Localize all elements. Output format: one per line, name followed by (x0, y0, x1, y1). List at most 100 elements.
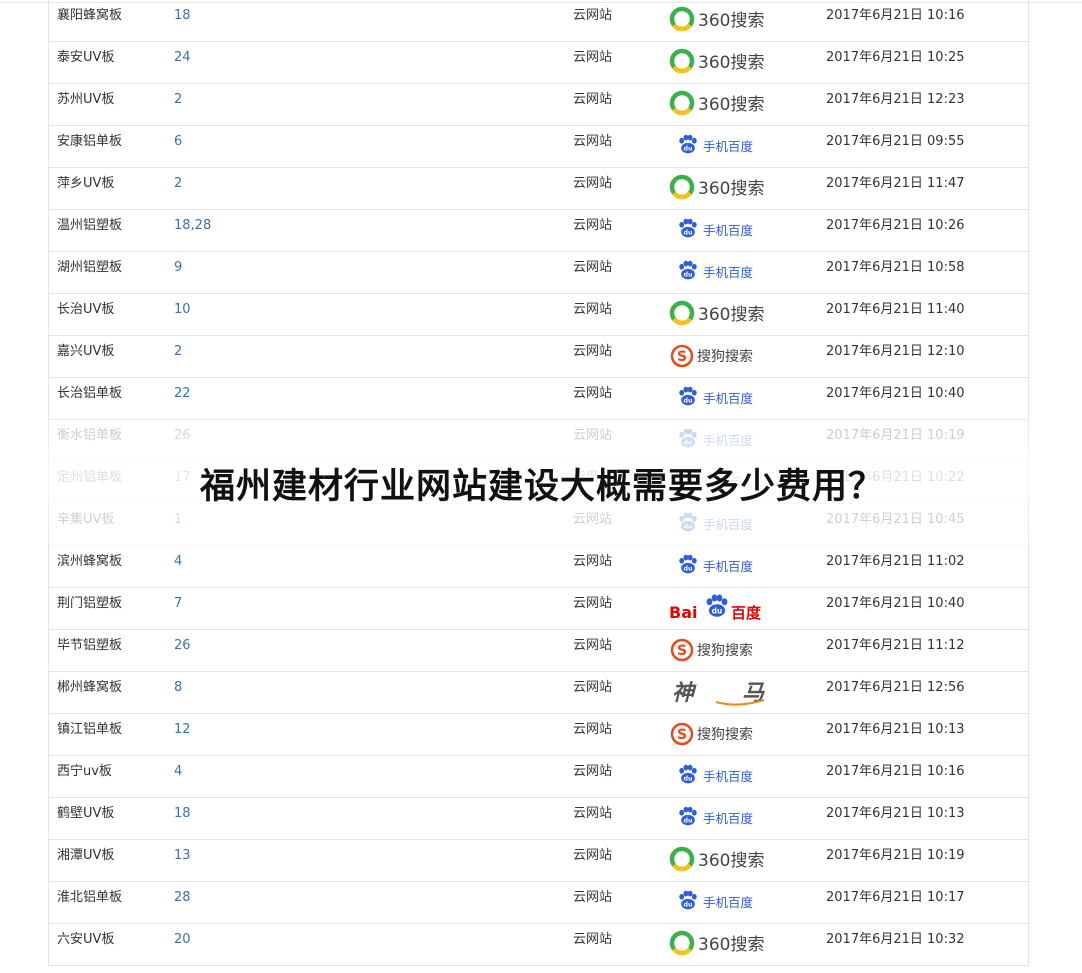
table-row: 郴州蜂窝板 8 云网站 神马 2017年6月21日 12:56 (49, 672, 1028, 714)
rank-cell[interactable]: 17 (174, 462, 191, 503)
search-engine-cell: du 手机百度 (668, 506, 778, 540)
rank-cell[interactable]: 7 (174, 588, 182, 629)
time-cell: 2017年6月21日 11:02 (826, 554, 965, 569)
search-engine-cell: 360搜索 (668, 842, 778, 876)
rank-cell[interactable]: 13 (174, 840, 191, 881)
svg-text:du: du (684, 566, 693, 573)
rank-cell[interactable]: 9 (174, 252, 182, 293)
rank-cell[interactable]: 6 (174, 126, 182, 167)
keyword-cell: 温州铝塑板 (57, 218, 123, 233)
site-cell: 云网站 (573, 50, 613, 65)
rank-cell[interactable]: 20 (174, 924, 191, 965)
time-cell: 2017年6月21日 10:16 (826, 8, 965, 23)
search-engine-cell: 360搜索 (668, 926, 778, 960)
table-row: 萍乡UV板 2 云网站 360搜索 2017年6月21日 11:47 (49, 168, 1028, 210)
keyword-cell: 湘潭UV板 (57, 848, 115, 863)
rank-cell[interactable]: 1 (174, 504, 182, 545)
search-engine-cell: 神马 (668, 674, 778, 708)
time-cell: 2017年6月21日 10:13 (826, 722, 965, 737)
rank-cell[interactable]: 24 (174, 42, 191, 83)
so360-label: 360搜索 (698, 935, 764, 955)
keyword-cell: 安康铝单板 (57, 134, 123, 149)
time-cell: 2017年6月21日 10:45 (826, 512, 965, 527)
svg-text:S: S (677, 727, 687, 743)
svg-text:du: du (684, 398, 693, 405)
rank-cell[interactable]: 10 (174, 294, 191, 335)
site-cell: 云网站 (573, 302, 613, 317)
table-row: 泰安UV板 24 云网站 360搜索 2017年6月21日 10:25 (49, 42, 1028, 84)
engine-logo-baidu: Bai du 百度 (669, 594, 762, 622)
rank-cell[interactable]: 18 (174, 798, 191, 839)
mbaidu-label: 手机百度 (703, 517, 754, 532)
rank-cell[interactable]: 18 (174, 0, 191, 41)
engine-logo-360: 360搜索 (669, 6, 764, 32)
mbaidu-label: 手机百度 (703, 391, 754, 406)
time-cell: 2017年6月21日 10:32 (826, 932, 965, 947)
engine-logo-mbaidu: du 手机百度 (679, 134, 754, 154)
rank-cell[interactable]: 8 (174, 672, 182, 713)
engine-logo-sogou: S 搜狗搜索 (670, 722, 753, 746)
table-row: 襄阳蜂窝板 18 云网站 360搜索 2017年6月21日 10:16 (49, 0, 1028, 42)
keyword-cell: 嘉兴UV板 (57, 344, 115, 359)
site-cell: 云网站 (573, 218, 613, 233)
svg-text:du: du (684, 272, 693, 279)
engine-logo-mbaidu: du 手机百度 (679, 512, 754, 532)
site-cell: 云网站 (573, 722, 613, 737)
rank-cell[interactable]: 4 (174, 546, 182, 587)
time-cell: 2017年6月21日 11:12 (826, 638, 965, 653)
sogou-label: 搜狗搜索 (697, 348, 753, 365)
rank-cell[interactable]: 26 (174, 420, 191, 461)
mbaidu-label: 手机百度 (703, 769, 754, 784)
so360-label: 360搜索 (698, 305, 764, 325)
time-cell: 2017年6月21日 10:26 (826, 218, 965, 233)
keyword-cell: 泰安UV板 (57, 50, 115, 65)
rank-cell[interactable]: 2 (174, 84, 182, 125)
table-row: 西宁uv板 4 云网站 du 手机百度 2017年6月21日 10:16 (49, 756, 1028, 798)
rank-cell[interactable]: 28 (174, 882, 191, 923)
keyword-cell: 镇江铝单板 (57, 722, 123, 737)
engine-logo-360: 360搜索 (669, 174, 764, 200)
rank-cell[interactable]: 4 (174, 756, 182, 797)
engine-logo-360: 360搜索 (669, 48, 764, 74)
keyword-cell: 长治铝单板 (57, 386, 123, 401)
site-cell: 云网站 (573, 92, 613, 107)
search-engine-cell: S 搜狗搜索 (668, 716, 778, 750)
search-engine-cell: du 手机百度 (668, 548, 778, 582)
svg-text:S: S (677, 349, 687, 365)
search-engine-cell: du 手机百度 (668, 254, 778, 288)
search-engine-cell: 360搜索 (668, 44, 778, 78)
keyword-cell: 定州铝单板 (57, 470, 123, 485)
page-headline: 福州建材行业网站建设大概需要多少费用？ (200, 467, 885, 507)
mbaidu-label: 手机百度 (703, 139, 754, 154)
table-row: 湖州铝塑板 9 云网站 du 手机百度 2017年6月21日 10:58 (49, 252, 1028, 294)
rank-cell[interactable]: 2 (174, 168, 182, 209)
keyword-cell: 衡水铝单板 (57, 428, 123, 443)
rank-cell[interactable]: 26 (174, 630, 191, 671)
search-engine-cell: du 手机百度 (668, 128, 778, 162)
table-row: 衡水铝单板 26 云网站 du 手机百度 2017年6月21日 10:19 (49, 420, 1028, 462)
so360-label: 360搜索 (698, 179, 764, 199)
time-cell: 2017年6月21日 10:40 (826, 596, 965, 611)
search-engine-cell: S 搜狗搜索 (668, 632, 778, 666)
table-row: 长治铝单板 22 云网站 du 手机百度 2017年6月21日 10:40 (49, 378, 1028, 420)
rank-cell[interactable]: 22 (174, 378, 191, 419)
keyword-cell: 长治UV板 (57, 302, 115, 317)
search-engine-cell: 360搜索 (668, 2, 778, 36)
time-cell: 2017年6月21日 10:17 (826, 890, 965, 905)
keyword-cell: 滨州蜂窝板 (57, 554, 123, 569)
so360-label: 360搜索 (698, 95, 764, 115)
table-row: 荆门铝塑板 7 云网站 Bai du 百度 2017年6月21日 10:40 (49, 588, 1028, 630)
keyword-cell: 辛集UV板 (57, 512, 115, 527)
table-row: 淮北铝单板 28 云网站 du 手机百度 2017年6月21日 10:17 (49, 882, 1028, 924)
rank-cell[interactable]: 12 (174, 714, 191, 755)
keyword-cell: 萍乡UV板 (57, 176, 115, 191)
rank-cell[interactable]: 18,28 (174, 210, 211, 251)
keyword-cell: 郴州蜂窝板 (57, 680, 123, 695)
search-engine-cell: du 手机百度 (668, 380, 778, 414)
site-cell: 云网站 (573, 932, 613, 947)
so360-label: 360搜索 (698, 11, 764, 31)
site-cell: 云网站 (573, 554, 613, 569)
table-row: 镇江铝单板 12 云网站 S 搜狗搜索 2017年6月21日 10:13 (49, 714, 1028, 756)
rank-cell[interactable]: 2 (174, 336, 182, 377)
site-cell: 云网站 (573, 764, 613, 779)
